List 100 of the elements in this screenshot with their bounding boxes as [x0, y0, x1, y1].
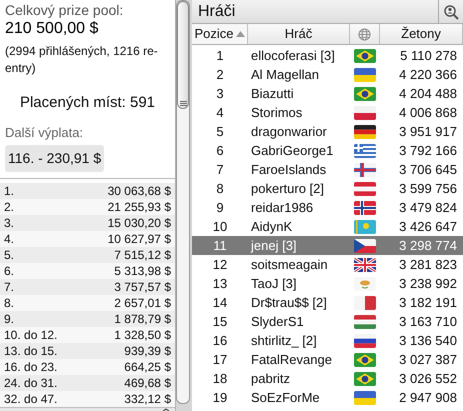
chips-cell-text: 4 006 868 — [398, 104, 458, 122]
player-name: SlyderS1 — [250, 312, 305, 331]
grip-icon — [180, 101, 186, 106]
player-row[interactable]: 4 Storimos 4 006 868 — [192, 103, 463, 122]
chips-cell-text: 3 298 774 — [398, 236, 458, 255]
position-cell-text: 13 — [212, 274, 228, 293]
payout-place: 6. — [4, 263, 14, 280]
chips-cell-text: 4 204 488 — [398, 84, 458, 103]
next-payout-label: Další výplata: — [4, 124, 84, 142]
chips-cell-text: 3 951 917 — [398, 122, 458, 141]
search-icon[interactable] — [443, 4, 459, 20]
chips-cell-text: 3 479 824 — [398, 198, 458, 217]
chips-cell-text: 3 163 710 — [398, 312, 458, 331]
player-name: reidar1986 — [250, 198, 314, 217]
player-row[interactable]: 18 pabritz 3 026 552 — [192, 369, 463, 388]
player-name: FatalRevange — [250, 350, 333, 369]
payout-amount: 939,39 $ — [124, 343, 171, 360]
chips-cell-text: 5 110 278 — [399, 46, 458, 65]
player-name: ellocoferasi [3] — [250, 46, 336, 65]
player-row[interactable]: 13 TaoJ [3] 3 238 992 — [192, 274, 463, 293]
player-name: SoEzForMe — [250, 388, 321, 407]
payout-amount: 30 063,68 $ — [108, 183, 171, 200]
payout-place: 8. — [4, 295, 14, 312]
payout-amount: 332,12 $ — [124, 391, 171, 408]
position-cell-text: 4 — [215, 104, 225, 122]
chips-cell-text: 3 136 540 — [398, 332, 458, 350]
payout-place: 7. — [4, 279, 14, 296]
payout-place: 10. do 12. — [4, 327, 58, 344]
payout-amount: 10 627,97 $ — [108, 231, 171, 248]
payout-amount: 7 515,12 $ — [114, 247, 171, 264]
position-cell-text: 5 — [215, 122, 225, 141]
panel-title: Hráči — [198, 2, 236, 22]
player-name: AidynK — [250, 218, 294, 236]
player-name: Al Magellan — [250, 66, 320, 84]
player-row[interactable]: 6 GabriGeorge1 3 792 166 — [192, 141, 463, 160]
player-row[interactable]: 3 Biazutti 4 204 488 — [192, 84, 463, 103]
player-row[interactable]: 5 dragonwarior 3 951 917 — [192, 122, 463, 141]
position-cell-text: 10 — [212, 218, 228, 236]
payout-amount: 15 030,20 $ — [108, 215, 171, 232]
player-row[interactable]: 12 soitsmeagain 3 281 823 — [192, 255, 463, 274]
player-name: pokerturo [2] — [250, 180, 325, 198]
scrollbar[interactable] — [176, 0, 190, 404]
player-row[interactable]: 16 shtirlitz_ [2] 3 136 540 — [192, 331, 463, 350]
player-row[interactable]: 11 jenej [3] 3 298 774 — [192, 236, 463, 255]
position-cell-text: 17 — [212, 350, 228, 369]
column-header[interactable]: Žetony — [380, 24, 463, 44]
player-name: shtirlitz_ [2] — [250, 332, 318, 350]
player-row[interactable]: 14 Dr$trau$$ [2] 3 182 191 — [192, 293, 463, 312]
position-cell-text: 11 — [212, 236, 228, 255]
payout-amount: 5 313,98 $ — [114, 263, 171, 280]
prize-pool-label: Celkový prize pool: — [5, 2, 124, 19]
prize-pool-amount: 210 500,00 $ — [5, 19, 100, 38]
player-name: dragonwarior — [250, 122, 328, 141]
player-name: jenej [3] — [250, 236, 298, 255]
player-name: Biazutti — [250, 84, 295, 103]
player-row[interactable]: 17 FatalRevange 3 027 387 — [192, 350, 463, 369]
player-row[interactable]: 8 pokerturo [2] 3 599 756 — [192, 179, 463, 198]
chips-cell-text: 3 706 645 — [398, 160, 458, 179]
position-cell-text: 16 — [212, 332, 228, 350]
player-name: soitsmeagain — [250, 256, 329, 274]
payout-place: 9. — [4, 311, 14, 328]
player-row[interactable]: 9 reidar1986 3 479 824 — [192, 198, 463, 217]
player-row[interactable]: 19 SoEzForMe 2 947 908 — [192, 388, 463, 407]
column-header[interactable]: Hráč — [248, 24, 350, 44]
payout-place: 24. do 31. — [4, 375, 58, 392]
player-row[interactable]: 10 AidynK 3 426 647 — [192, 217, 463, 236]
chips-cell-text: 3 281 823 — [398, 256, 458, 274]
player-row[interactable]: 1 ellocoferasi [3] 5 110 278 — [192, 46, 463, 65]
player-name: FaroeIslands — [250, 160, 328, 179]
payout-place: 4. — [4, 231, 14, 248]
position-cell-text: 8 — [215, 180, 225, 198]
payout-place: 2. — [4, 199, 14, 216]
position-cell-text: 7 — [215, 160, 225, 179]
player-name: Storimos — [250, 104, 304, 122]
chips-cell-text: 2 947 908 — [398, 388, 458, 407]
payout-amount: 664,25 $ — [124, 359, 171, 376]
player-row[interactable]: 15 SlyderS1 3 163 710 — [192, 312, 463, 331]
position-cell-text: 19 — [212, 388, 228, 407]
payout-amount: 1 328,50 $ — [114, 327, 171, 344]
player-name: Dr$trau$$ [2] — [250, 294, 328, 312]
payout-place: 3. — [4, 215, 14, 232]
entries-text: (2994 přihlášených, 1216 re-entry) — [4, 43, 159, 77]
payout-amount: 469,68 $ — [124, 375, 171, 392]
position-cell-text: 14 — [212, 294, 228, 312]
next-payout-value: 116. - 230,91 $ — [5, 145, 104, 172]
position-cell-text: 3 — [215, 84, 225, 103]
globe-icon — [358, 28, 371, 40]
player-name: GabriGeorge1 — [250, 142, 334, 160]
player-name: TaoJ [3] — [250, 274, 298, 293]
payout-place: 32. do 47. — [4, 391, 58, 408]
column-header[interactable]: Pozice — [192, 24, 248, 44]
player-row[interactable]: 7 FaroeIslands 3 706 645 — [192, 160, 463, 179]
position-cell-text: 1 — [215, 46, 225, 65]
payout-amount: 3 757,57 $ — [114, 279, 171, 296]
position-cell-text: 2 — [215, 66, 225, 84]
payout-place: 1. — [4, 183, 14, 200]
chips-cell-text: 3 238 992 — [398, 274, 458, 293]
chips-cell-text: 3 599 756 — [398, 180, 458, 198]
position-cell-text: 6 — [215, 142, 225, 160]
player-row[interactable]: 2 Al Magellan 4 220 366 — [192, 65, 463, 84]
